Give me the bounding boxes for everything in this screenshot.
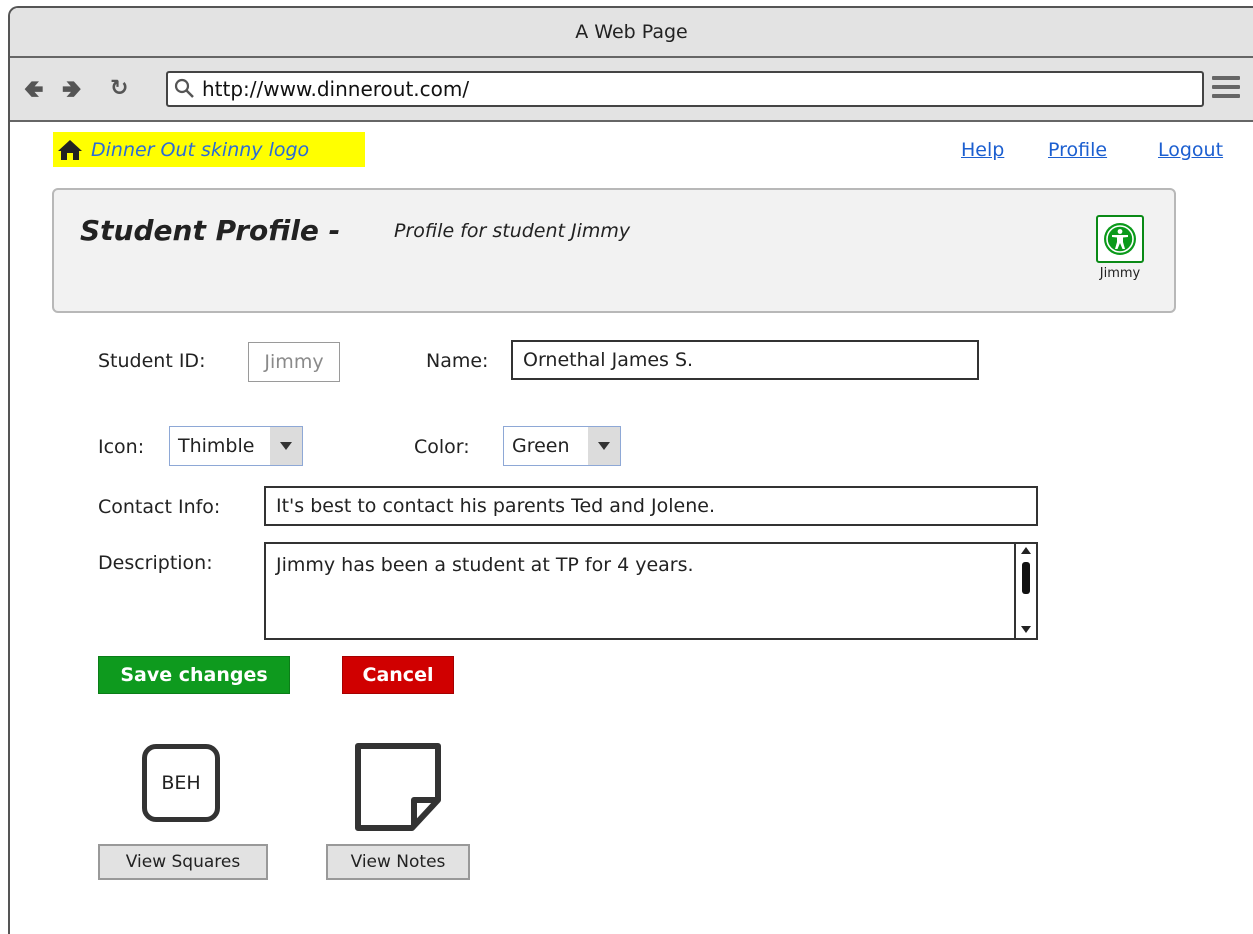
- name-label: Name:: [426, 350, 489, 372]
- student-id-field[interactable]: Jimmy: [248, 342, 340, 382]
- icon-select[interactable]: Thimble: [169, 426, 303, 466]
- chevron-down-icon: [588, 427, 620, 465]
- logo-text: Dinner Out skinny logo: [91, 138, 310, 161]
- url-text: http://www.dinnerout.com/: [202, 77, 470, 101]
- squares-icon[interactable]: BEH: [142, 744, 220, 822]
- browser-window: A Web Page 🢀 🢂 ↻ http://www.dinnerout.co…: [8, 6, 1253, 934]
- window-title: A Web Page: [575, 21, 688, 43]
- save-changes-button[interactable]: Save changes: [98, 656, 290, 694]
- view-notes-button[interactable]: View Notes: [326, 844, 470, 880]
- color-select[interactable]: Green: [503, 426, 621, 466]
- name-field[interactable]: Ornethal James S.: [511, 340, 979, 380]
- avatar-label: Jimmy: [1099, 266, 1141, 281]
- logout-link[interactable]: Logout: [1158, 139, 1223, 161]
- icon-select-value: Thimble: [178, 435, 255, 457]
- search-icon: [174, 78, 194, 98]
- reload-icon[interactable]: ↻: [110, 76, 128, 102]
- chevron-down-icon: [270, 427, 302, 465]
- squares-icon-text: BEH: [161, 772, 201, 794]
- scrollbar-track-icon: [1021, 547, 1031, 633]
- page-title: Student Profile -: [80, 214, 341, 247]
- color-select-value: Green: [512, 435, 570, 457]
- site-logo[interactable]: Dinner Out skinny logo: [53, 132, 365, 167]
- note-icon[interactable]: [354, 742, 444, 832]
- student-id-label: Student ID:: [98, 350, 206, 372]
- hamburger-menu-icon[interactable]: [1212, 76, 1240, 100]
- profile-header: Student Profile - Profile for student Ji…: [52, 188, 1176, 313]
- icon-label: Icon:: [98, 436, 145, 458]
- window-titlebar: A Web Page: [10, 8, 1253, 58]
- home-icon: [58, 139, 82, 160]
- back-arrow-icon[interactable]: 🢀: [24, 76, 43, 102]
- page-subtitle: Profile for student Jimmy: [394, 220, 631, 242]
- contact-info-field[interactable]: It's best to contact his parents Ted and…: [264, 486, 1038, 526]
- avatar[interactable]: [1096, 215, 1144, 263]
- accessibility-person-icon: [1104, 223, 1136, 255]
- contact-info-label: Contact Info:: [98, 496, 221, 518]
- browser-navbar: 🢀 🢂 ↻ http://www.dinnerout.com/: [10, 58, 1253, 122]
- color-label: Color:: [414, 436, 470, 458]
- view-squares-button[interactable]: View Squares: [98, 844, 268, 880]
- description-label: Description:: [98, 552, 213, 574]
- description-scrollbar[interactable]: [1014, 544, 1036, 638]
- description-textarea[interactable]: Jimmy has been a student at TP for 4 yea…: [264, 542, 1038, 640]
- cancel-button[interactable]: Cancel: [342, 656, 454, 694]
- address-bar[interactable]: http://www.dinnerout.com/: [166, 71, 1204, 107]
- help-link[interactable]: Help: [961, 139, 1004, 161]
- description-text: Jimmy has been a student at TP for 4 yea…: [276, 554, 694, 576]
- profile-link[interactable]: Profile: [1048, 139, 1107, 161]
- page-content: Dinner Out skinny logo Help Profile Logo…: [10, 122, 1253, 934]
- forward-arrow-icon[interactable]: 🢂: [62, 76, 81, 102]
